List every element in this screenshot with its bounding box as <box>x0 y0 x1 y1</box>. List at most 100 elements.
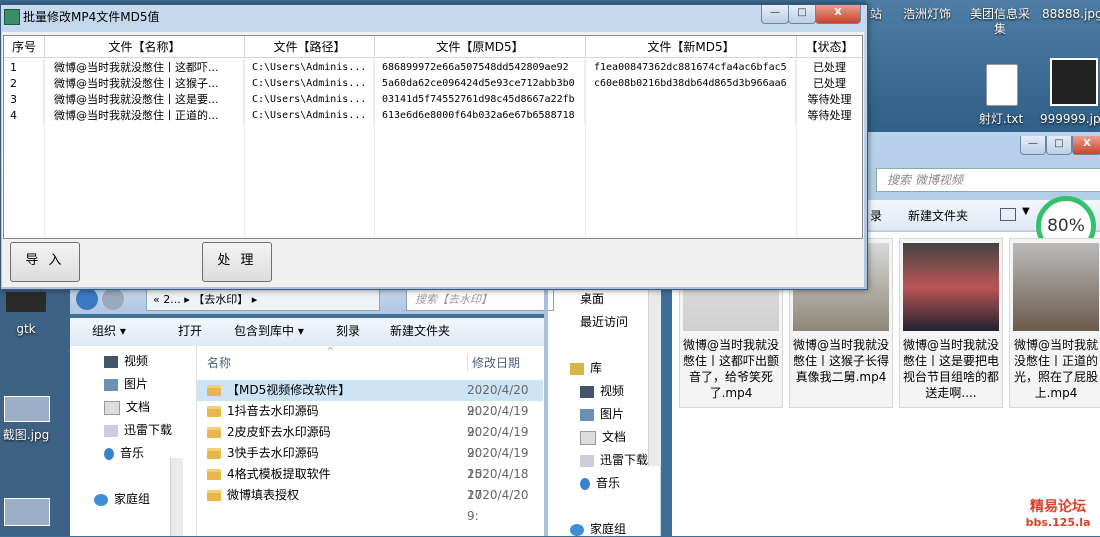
file-row[interactable]: 4格式模板提取软件 2020/4/18 17 <box>197 464 543 502</box>
view-icon[interactable] <box>1000 208 1016 221</box>
scrollbar[interactable] <box>648 276 661 466</box>
column-header[interactable]: 文件【名称】 <box>45 36 245 58</box>
video-thumbnail[interactable]: 微博@当时我就没憋住丨正道的光，照在了屁股上.mp4 <box>1009 238 1100 408</box>
nav-item-thunder[interactable]: 迅雷下载 <box>104 421 172 438</box>
close-button[interactable]: X <box>1072 136 1100 155</box>
table-row[interactable]: 4 微博@当时我就没憋住丨正道的... C:\Users\Adminis... … <box>4 108 862 124</box>
row-index: 4 <box>10 108 44 124</box>
txt-file-icon[interactable] <box>986 64 1018 106</box>
file-grid[interactable]: 序号 文件【名称】 文件【路径】 文件【原MD5】 文件【新MD5】 【状态】 … <box>3 35 863 239</box>
table-row[interactable]: 3 微博@当时我就没憋住丨这是要... C:\Users\Adminis... … <box>4 92 862 108</box>
image-thumb-icon[interactable] <box>4 498 50 526</box>
nav-item-desktop[interactable]: 桌面 <box>580 290 604 307</box>
row-md5-old: 686899972e66a507548dd542809ae92 <box>382 60 585 76</box>
column-header-date[interactable]: 修改日期 <box>467 354 520 371</box>
toolbar-item[interactable]: 录 <box>870 207 882 224</box>
homegroup-icon <box>94 493 108 506</box>
chevron-down-icon[interactable]: ▼ <box>1022 206 1030 217</box>
toolbar: 组织 ▾ 打开 包含到库中 ▾ 刻录 新建文件夹 <box>70 318 546 347</box>
nav-item-videos[interactable]: 视频 <box>580 382 624 399</box>
forward-button[interactable] <box>102 288 124 310</box>
nav-label: 视频 <box>600 384 625 398</box>
file-row[interactable]: 微博填表授权 2020/4/20 9: <box>197 485 543 523</box>
nav-item-homegroup[interactable]: 家庭组 <box>94 490 150 507</box>
nav-label: 视频 <box>124 354 149 368</box>
desktop-label[interactable]: 美团信息采集 <box>968 7 1032 37</box>
table-row[interactable]: 1 微博@当时我就没憋住丨这都吓... C:\Users\Adminis... … <box>4 60 862 76</box>
file-name: 1抖音去水印源码 <box>227 404 319 418</box>
search-input[interactable]: 搜索【去水印】 <box>406 289 554 311</box>
nav-label: 图片 <box>124 377 149 391</box>
column-header[interactable]: 【状态】 <box>797 36 862 58</box>
new-folder-button[interactable]: 新建文件夹 <box>390 318 450 344</box>
process-button[interactable]: 处 理 <box>202 242 272 282</box>
watermark: 精易论坛 bbs.125.la <box>1018 496 1098 529</box>
column-header[interactable]: 文件【路径】 <box>245 36 375 58</box>
open-button[interactable]: 打开 <box>178 318 202 344</box>
column-header[interactable]: 文件【原MD5】 <box>375 36 586 58</box>
folder-icon <box>207 401 227 422</box>
maximize-button[interactable]: □ <box>788 5 816 24</box>
download-icon <box>104 424 118 437</box>
file-row[interactable]: 【MD5视频修改软件】 2020/4/20 9: <box>197 380 543 418</box>
nav-item-homegroup[interactable]: 家庭组 <box>570 520 626 537</box>
nav-item-music[interactable]: 音乐 <box>104 444 144 461</box>
video-thumbnail[interactable]: 微博@当时我就没憋住丨这是要把电视台节目组啥的都送走啊.... <box>899 238 1003 408</box>
minimize-button[interactable]: — <box>761 5 789 24</box>
nav-item-documents[interactable]: 文档 <box>580 428 626 445</box>
table-row[interactable]: 2 微博@当时我就没憋住丨这猴子... C:\Users\Adminis... … <box>4 76 862 92</box>
search-input[interactable]: 搜索 微博视频 <box>876 168 1100 192</box>
close-button[interactable]: X <box>815 5 861 24</box>
row-index: 1 <box>10 60 44 76</box>
back-button[interactable] <box>76 288 98 310</box>
desktop-label-screenshot[interactable]: 截图.jpg <box>0 428 52 443</box>
nav-item-music[interactable]: 音乐 <box>580 474 620 491</box>
desktop-label-gtk[interactable]: gtk <box>6 322 46 337</box>
organize-button[interactable]: 组织 ▾ <box>92 318 126 344</box>
picture-icon <box>104 378 118 391</box>
include-in-library-button[interactable]: 包含到库中 ▾ <box>234 318 304 344</box>
column-header[interactable]: 文件【新MD5】 <box>586 36 797 58</box>
desktop-label[interactable]: 浩洲灯饰 <box>896 7 958 22</box>
nav-item-libraries[interactable]: 库 <box>570 359 602 376</box>
image-file-icon[interactable] <box>1050 58 1098 106</box>
row-status: 已处理 <box>813 61 846 74</box>
row-file-name: 微博@当时我就没憋住丨这是要... <box>54 92 244 108</box>
desktop-file-label[interactable]: 射灯.txt <box>970 112 1032 127</box>
import-button[interactable]: 导 入 <box>10 242 80 282</box>
image-thumb-icon[interactable] <box>4 396 50 422</box>
nav-item-pictures[interactable]: 图片 <box>580 405 624 422</box>
file-row[interactable]: 2皮皮虾去水印源码 2020/4/19 9: <box>197 422 543 460</box>
row-md5-old: 03141d5f74552761d98c45d8667a22fb <box>382 92 585 108</box>
video-preview <box>1013 243 1099 331</box>
sort-arrow-icon: ^ <box>327 346 334 355</box>
video-preview <box>903 243 999 331</box>
music-icon <box>580 477 590 490</box>
row-file-name: 微博@当时我就没憋住丨这猴子... <box>54 76 244 92</box>
breadcrumb[interactable]: « 2... ▸ 【去水印】 ▸ <box>146 289 380 311</box>
minimize-button[interactable]: — <box>1020 136 1046 155</box>
row-status: 等待处理 <box>807 109 852 122</box>
desktop-file-label[interactable]: 999999.jp <box>1040 112 1100 127</box>
watermark-text: 精易论坛 <box>1030 499 1086 515</box>
video-caption: 微博@当时我就没憋住丨这是要把电视台节目组啥的都送走啊.... <box>902 338 999 400</box>
burn-button[interactable]: 刻录 <box>336 318 360 344</box>
desktop-label[interactable]: 88888.jpg <box>1042 7 1100 22</box>
new-folder-button[interactable]: 新建文件夹 <box>908 207 968 224</box>
file-row[interactable]: 1抖音去水印源码 2020/4/19 9: <box>197 401 543 439</box>
nav-item-documents[interactable]: 文档 <box>104 398 150 415</box>
column-header[interactable]: 序号 <box>4 36 45 58</box>
nav-label: 桌面 <box>580 292 605 306</box>
scrollbar[interactable] <box>170 458 183 536</box>
nav-item-videos[interactable]: 视频 <box>104 352 148 369</box>
file-row[interactable]: 3快手去水印源码 2020/4/19 15 <box>197 443 543 481</box>
row-file-name: 微博@当时我就没憋住丨这都吓... <box>54 60 244 76</box>
column-header-name[interactable]: 名称 <box>207 354 231 371</box>
maximize-button[interactable]: □ <box>1046 136 1072 155</box>
row-index: 2 <box>10 76 44 92</box>
gtk-icon[interactable] <box>6 292 46 312</box>
nav-item-recent[interactable]: 最近访问 <box>580 313 628 330</box>
nav-item-thunder[interactable]: 迅雷下载 <box>580 451 648 468</box>
desktop-label[interactable]: 站 <box>866 7 886 22</box>
nav-item-pictures[interactable]: 图片 <box>104 375 148 392</box>
